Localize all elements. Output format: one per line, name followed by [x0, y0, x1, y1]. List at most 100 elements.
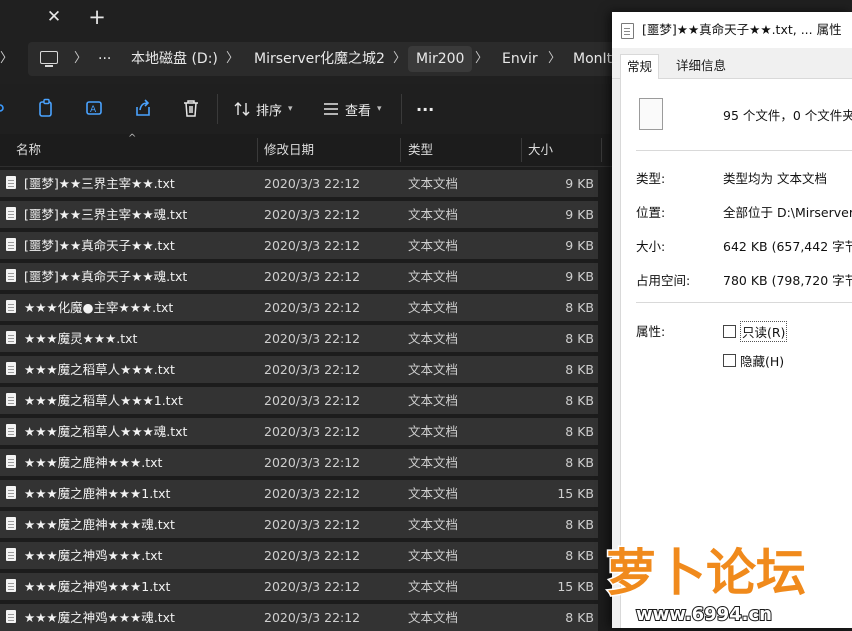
tab-general[interactable]: 常规 — [620, 54, 660, 81]
text-file-icon — [6, 548, 16, 561]
breadcrumb-drive[interactable]: 本地磁盘 (D:) — [131, 42, 218, 76]
luobo-forum-watermark: 萝卜论坛 www.6994.cn — [605, 543, 808, 627]
this-pc-icon[interactable] — [40, 51, 58, 67]
readonly-label: 只读(R) — [740, 321, 788, 342]
file-type: 文本文档 — [408, 300, 459, 315]
file-size: 8 KB — [565, 517, 594, 532]
checkbox-box[interactable] — [723, 325, 736, 338]
cut-icon[interactable] — [0, 98, 12, 118]
file-type: 文本文档 — [408, 486, 459, 501]
location-label: 位置: — [636, 205, 666, 220]
file-row[interactable]: [噩梦]★★三界主宰★★.txt 2020/3/3 22:12 文本文档 9 K… — [0, 170, 598, 197]
dialog-title-bar[interactable]: [噩梦]★★真命天子★★.txt, ... 属性 — [612, 12, 852, 48]
file-row[interactable]: ★★★魔之鹿神★★★1.txt 2020/3/3 22:12 文本文档 15 K… — [0, 480, 598, 507]
file-date: 2020/3/3 22:12 — [264, 176, 361, 191]
text-file-icon — [6, 331, 16, 344]
file-row[interactable]: ★★★魔之稻草人★★★.txt 2020/3/3 22:12 文本文档 8 KB — [0, 356, 598, 383]
file-row[interactable]: [噩梦]★★真命天子★★魂.txt 2020/3/3 22:12 文本文档 9 … — [0, 263, 598, 290]
text-file-icon — [6, 424, 16, 437]
file-row[interactable]: ★★★魔之神鸡★★★1.txt 2020/3/3 22:12 文本文档 15 K… — [0, 573, 598, 600]
view-icon — [324, 103, 338, 115]
file-size: 8 KB — [565, 455, 594, 470]
chevron-right-icon[interactable]: 〉 — [393, 42, 406, 76]
breadcrumb-overflow[interactable]: ··· — [98, 42, 111, 76]
chevron-right-icon[interactable]: 〉 — [226, 42, 239, 76]
file-date: 2020/3/3 22:12 — [264, 238, 361, 253]
dialog-title: [噩梦]★★真命天子★★.txt, ... 属性 — [642, 22, 842, 37]
column-type[interactable]: 类型 — [408, 134, 433, 166]
breadcrumb-mir200[interactable]: Mir200 — [408, 46, 473, 72]
breadcrumb[interactable]: 〉 ··· 本地磁盘 (D:) 〉 Mirserver化魔之城2 〉 Mir20… — [28, 42, 618, 76]
share-icon[interactable] — [134, 98, 152, 118]
file-name: ★★★魔之鹿神★★★魂.txt — [24, 517, 175, 532]
file-row[interactable]: ★★★魔灵★★★.txt 2020/3/3 22:12 文本文档 8 KB — [0, 325, 598, 352]
file-name: [噩梦]★★三界主宰★★魂.txt — [24, 207, 188, 222]
divider — [636, 302, 852, 303]
column-name[interactable]: 名称 — [16, 134, 41, 166]
file-name: ★★★魔之鹿神★★★.txt — [24, 455, 163, 470]
file-size: 9 KB — [565, 269, 594, 284]
column-divider[interactable] — [521, 138, 522, 162]
file-size: 8 KB — [565, 362, 594, 377]
chevron-down-icon: ▾ — [288, 104, 293, 114]
file-row[interactable]: ★★★魔之神鸡★★★.txt 2020/3/3 22:12 文本文档 8 KB — [0, 542, 598, 569]
file-row[interactable]: ★★★魔之稻草人★★★1.txt 2020/3/3 22:12 文本文档 8 K… — [0, 387, 598, 414]
location-value: 全部位于 D:\Mirserver化 — [723, 205, 852, 220]
checkbox-box[interactable] — [723, 354, 736, 367]
file-type: 文本文档 — [408, 207, 459, 222]
file-name: ★★★魔之神鸡★★★魂.txt — [24, 610, 175, 625]
breadcrumb-envir[interactable]: Envir — [502, 42, 538, 76]
column-divider[interactable] — [601, 138, 602, 162]
hidden-checkbox[interactable]: 隐藏(H) — [723, 351, 784, 370]
chevron-right-icon[interactable]: 〉 — [475, 42, 488, 76]
file-row[interactable]: [噩梦]★★真命天子★★.txt 2020/3/3 22:12 文本文档 9 K… — [0, 232, 598, 259]
file-date: 2020/3/3 22:12 — [264, 393, 361, 408]
file-row[interactable]: ★★★化魔●主宰★★★.txt 2020/3/3 22:12 文本文档 8 KB — [0, 294, 598, 321]
multiple-files-icon — [634, 93, 663, 130]
refresh-icon[interactable]: 〉 — [0, 48, 13, 70]
text-file-icon — [6, 300, 16, 313]
chevron-right-icon[interactable]: 〉 — [548, 42, 561, 76]
file-row[interactable]: ★★★魔之神鸡★★★魂.txt 2020/3/3 22:12 文本文档 8 KB — [0, 604, 598, 631]
sort-button[interactable]: 排序 ▾ — [234, 96, 293, 122]
file-row[interactable]: ★★★魔之鹿神★★★.txt 2020/3/3 22:12 文本文档 8 KB — [0, 449, 598, 476]
file-name: ★★★魔之稻草人★★★1.txt — [24, 393, 183, 408]
file-row[interactable]: ★★★魔之稻草人★★★魂.txt 2020/3/3 22:12 文本文档 8 K… — [0, 418, 598, 445]
delete-icon[interactable] — [182, 98, 200, 118]
file-date: 2020/3/3 22:12 — [264, 610, 361, 625]
rename-icon[interactable]: A — [86, 98, 104, 118]
column-size[interactable]: 大小 — [528, 134, 553, 166]
file-name: ★★★魔之神鸡★★★1.txt — [24, 579, 171, 594]
divider — [636, 150, 852, 151]
view-button[interactable]: 查看 ▾ — [323, 96, 382, 122]
file-date: 2020/3/3 22:12 — [264, 548, 361, 563]
toolbar-divider — [217, 94, 218, 124]
column-date[interactable]: 修改日期 — [264, 134, 314, 166]
chevron-right-icon[interactable]: 〉 — [74, 42, 87, 76]
column-divider[interactable] — [400, 138, 401, 162]
new-tab-icon[interactable]: + — [86, 5, 108, 29]
breadcrumb-mirserver[interactable]: Mirserver化魔之城2 — [254, 42, 385, 76]
file-name: ★★★魔灵★★★.txt — [24, 331, 138, 346]
attributes-label: 属性: — [636, 324, 666, 339]
copy-icon[interactable] — [38, 98, 56, 118]
file-size: 8 KB — [565, 300, 594, 315]
file-name: ★★★魔之稻草人★★★.txt — [24, 362, 175, 377]
file-type: 文本文档 — [408, 176, 459, 191]
column-divider[interactable] — [257, 138, 258, 162]
chevron-down-icon: ▾ — [377, 104, 382, 114]
file-date: 2020/3/3 22:12 — [264, 331, 361, 346]
more-options-button[interactable]: ··· — [416, 96, 434, 122]
text-file-icon — [6, 238, 16, 251]
file-type: 文本文档 — [408, 393, 459, 408]
file-type: 文本文档 — [408, 362, 459, 377]
file-date: 2020/3/3 22:12 — [264, 455, 361, 470]
file-row[interactable]: ★★★魔之鹿神★★★魂.txt 2020/3/3 22:12 文本文档 8 KB — [0, 511, 598, 538]
file-size: 9 KB — [565, 207, 594, 222]
readonly-checkbox[interactable]: 只读(R) — [723, 321, 788, 342]
file-row[interactable]: [噩梦]★★三界主宰★★魂.txt 2020/3/3 22:12 文本文档 9 … — [0, 201, 598, 228]
file-name: ★★★魔之稻草人★★★魂.txt — [24, 424, 188, 439]
close-tab-icon[interactable]: ✕ — [44, 6, 64, 28]
tab-details[interactable]: 详细信息 — [670, 54, 732, 78]
file-size: 8 KB — [565, 548, 594, 563]
